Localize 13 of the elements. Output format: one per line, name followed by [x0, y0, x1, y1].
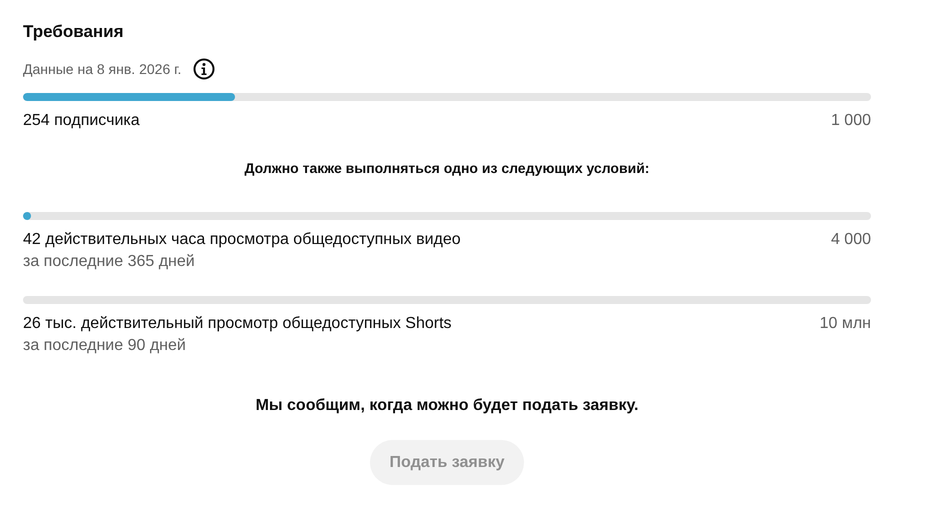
info-icon[interactable]: [193, 58, 216, 80]
target-value: 10 млн: [820, 314, 871, 334]
period-label: за последние 365 дней: [23, 252, 195, 272]
conditions-heading: Должно также выполняться одно из следующих условий:: [244, 159, 650, 178]
data-date: Данные на 8 янв. 2026 г.: [23, 60, 182, 79]
requirement-label: 254 подписчика: [23, 111, 140, 131]
notice-message: Мы сообщим, когда можно будет подать заявку.: [256, 396, 638, 416]
target-value: 4 000: [830, 230, 871, 250]
requirement-label: 42 действительных часа просмотра общедоступных видео: [23, 230, 461, 250]
requirement-label: 26 тыс. действительный просмотр общедоступных Shorts: [23, 314, 452, 334]
section-title: Требования: [23, 21, 124, 43]
target-value: 1 000: [830, 111, 871, 131]
period-label: за последние 90 дней: [23, 336, 186, 356]
